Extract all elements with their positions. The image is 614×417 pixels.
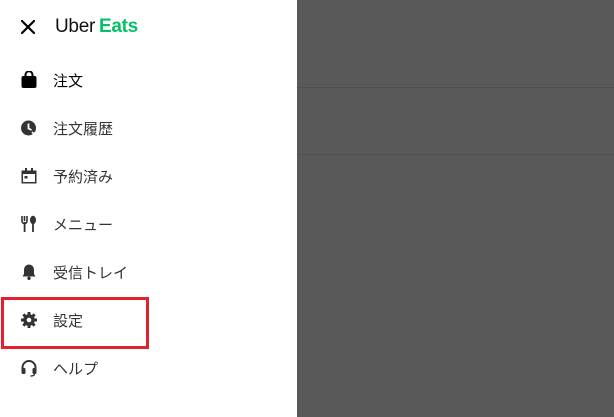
menu-item-label: 予約済み bbox=[53, 167, 114, 186]
navigation-drawer: Uber Eats 注文 注文履歴 予約済み メニュー 受信トレイ 設定 ヘルプ bbox=[0, 0, 297, 417]
drawer-header: Uber Eats bbox=[0, 0, 297, 56]
calendar-icon bbox=[19, 166, 39, 186]
menu-item-inbox[interactable]: 受信トレイ bbox=[0, 248, 297, 296]
menu-item-label: ヘルプ bbox=[53, 359, 99, 378]
menu-item-menu[interactable]: メニュー bbox=[0, 200, 297, 248]
logo-text-eats: Eats bbox=[98, 16, 138, 37]
logo-text-uber: Uber bbox=[55, 16, 95, 37]
menu-item-label: 注文 bbox=[53, 71, 84, 90]
bell-icon bbox=[19, 262, 39, 282]
menu-item-label: メニュー bbox=[53, 215, 114, 234]
divider bbox=[297, 87, 614, 88]
utensils-icon bbox=[19, 214, 39, 234]
headset-icon bbox=[19, 358, 39, 378]
close-button[interactable] bbox=[16, 15, 40, 39]
menu-item-label: 設定 bbox=[53, 311, 84, 330]
uber-eats-logo[interactable]: Uber Eats bbox=[55, 15, 138, 39]
menu-item-help[interactable]: ヘルプ bbox=[0, 344, 297, 392]
menu-item-settings[interactable]: 設定 bbox=[0, 296, 297, 344]
menu-item-label: 受信トレイ bbox=[53, 263, 129, 282]
close-icon bbox=[21, 20, 35, 34]
menu-item-label: 注文履歴 bbox=[53, 119, 114, 138]
menu-item-orders[interactable]: 注文 bbox=[0, 56, 297, 104]
menu-item-order-history[interactable]: 注文履歴 bbox=[0, 104, 297, 152]
history-icon bbox=[19, 118, 39, 138]
bag-icon bbox=[19, 70, 39, 90]
page-dim-overlay[interactable] bbox=[297, 0, 614, 417]
divider bbox=[297, 154, 614, 155]
menu-item-scheduled[interactable]: 予約済み bbox=[0, 152, 297, 200]
gear-icon bbox=[19, 310, 39, 330]
